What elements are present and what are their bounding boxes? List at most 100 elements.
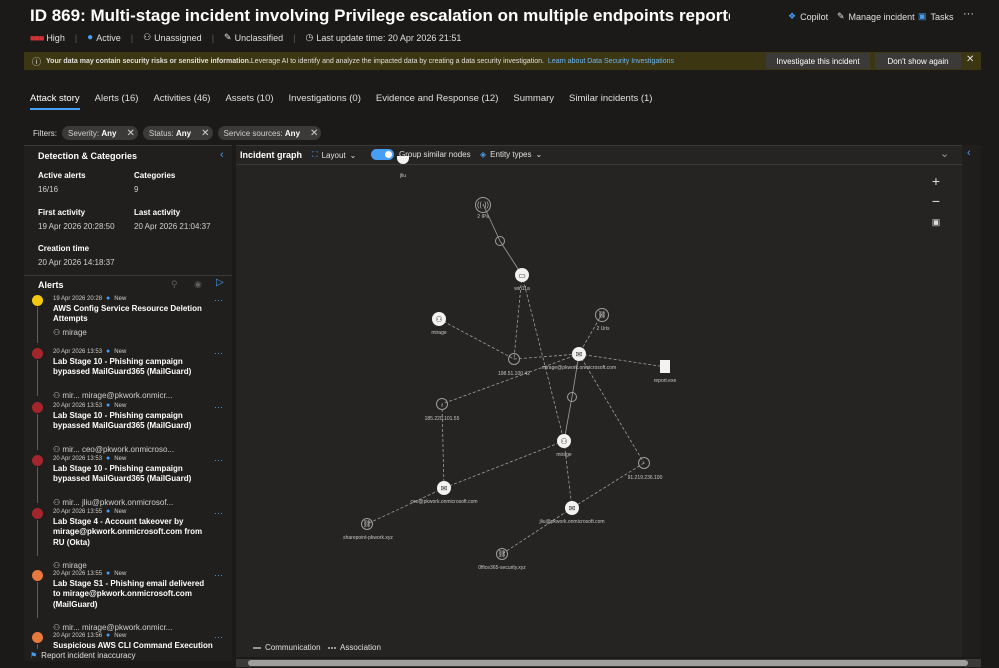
tab-6[interactable]: Summary bbox=[513, 93, 554, 104]
url-node[interactable]: ⛓ bbox=[361, 518, 373, 530]
process-node[interactable] bbox=[495, 236, 505, 246]
ip-node[interactable]: · bbox=[508, 353, 520, 365]
incident-meta: ■■■ High | ● Active | ⚇ Unassigned | ✎ Uncla… bbox=[30, 32, 462, 43]
page-title: ID 869: Multi-stage incident involving P… bbox=[30, 6, 730, 25]
filter-chip[interactable]: Status: Any ✕ bbox=[142, 126, 213, 140]
alert-item[interactable]: 20 Apr 2026 13:53 ● New Lab Stage 10 - Phis… bbox=[24, 348, 232, 402]
more-button[interactable]: ··· bbox=[963, 8, 974, 20]
person-icon: ⚇ bbox=[560, 436, 568, 446]
more-icon[interactable]: ··· bbox=[214, 455, 223, 465]
process-node[interactable] bbox=[567, 392, 577, 402]
alert-item[interactable]: 20 Apr 2026 13:55 ● New Lab Stage 4 - Accou… bbox=[24, 508, 232, 570]
alerts-title: Alerts bbox=[38, 280, 64, 290]
edge bbox=[443, 440, 565, 489]
alert-item[interactable]: 20 Apr 2026 13:53 ● New Lab Stage 10 - Phis… bbox=[24, 402, 232, 456]
status-dot-icon: ● bbox=[106, 508, 111, 515]
url-group-node[interactable]: ⛓ bbox=[595, 308, 609, 322]
manage-incident-button[interactable]: ✎ Manage incident bbox=[837, 11, 915, 22]
tab-1[interactable]: Alerts (16) bbox=[95, 93, 139, 104]
device-node[interactable]: ▭ bbox=[515, 268, 529, 282]
investigate-button[interactable]: Investigate this incident bbox=[766, 53, 870, 69]
pin-icon[interactable]: ⚲ bbox=[171, 279, 178, 290]
alert-title: Suspicious AWS CLI Command Execution bbox=[53, 641, 213, 649]
close-icon[interactable]: ✕ bbox=[966, 54, 974, 65]
last-activity-label: Last activity bbox=[134, 208, 181, 217]
mailbox-node[interactable]: ✉ bbox=[565, 501, 579, 515]
alert-entities: ⚇ mir... mirage@pkwork.onmicr... bbox=[53, 391, 173, 400]
classification[interactable]: ✎ Unclassified bbox=[224, 32, 283, 43]
assignee[interactable]: ⚇ Unassigned bbox=[143, 32, 202, 43]
info-icon: ⓘ bbox=[32, 56, 42, 67]
report-inaccuracy-link[interactable]: ⚑ Report incident inaccuracy bbox=[24, 649, 232, 661]
severity-dot-icon bbox=[32, 632, 43, 643]
node-label: jliu@pkwork.onmicrosoft.com bbox=[539, 519, 605, 525]
dont-show-button[interactable]: Don't show again bbox=[875, 53, 961, 69]
tab-4[interactable]: Investigations (0) bbox=[289, 93, 361, 104]
horizontal-scrollbar[interactable] bbox=[236, 659, 981, 667]
edge bbox=[366, 487, 445, 525]
more-icon[interactable]: ··· bbox=[214, 570, 223, 580]
legend-association: Association bbox=[340, 643, 381, 652]
creation-label: Creation time bbox=[38, 244, 90, 253]
status-dot-icon: ● bbox=[106, 295, 111, 302]
copilot-icon: ❖ bbox=[788, 11, 797, 21]
eye-icon[interactable]: ◉ bbox=[194, 279, 202, 290]
tab-5[interactable]: Evidence and Response (12) bbox=[376, 93, 499, 104]
node-label: jliu bbox=[399, 173, 407, 179]
more-icon[interactable]: ··· bbox=[214, 295, 223, 305]
status-dot-icon: ● bbox=[106, 402, 111, 409]
more-icon[interactable]: ··· bbox=[214, 348, 223, 358]
filter-chip[interactable]: Severity: Any ✕ bbox=[62, 126, 138, 140]
mailbox-node[interactable]: ✉ bbox=[572, 347, 586, 361]
more-icon[interactable]: ··· bbox=[214, 402, 223, 412]
tab-3[interactable]: Assets (10) bbox=[225, 93, 273, 104]
node-label: mirage bbox=[556, 452, 572, 458]
signal-icon: · bbox=[440, 400, 444, 408]
tab-bar: Attack story Alerts (16) Activities (46) As… bbox=[30, 93, 652, 104]
alert-title: Lab Stage 10 - Phishing campaign bypasse… bbox=[53, 357, 192, 377]
link-icon: ⛓ bbox=[497, 551, 507, 558]
ip-node[interactable]: · bbox=[436, 398, 448, 410]
info-banner: ⓘ Your data may contain security risks o… bbox=[24, 52, 981, 70]
alert-item[interactable]: 20 Apr 2026 13:56 ● New Suspicious AWS CLI … bbox=[24, 632, 232, 649]
alert-item[interactable]: 20 Apr 2026 13:53 ● New Lab Stage 10 - Phis… bbox=[24, 455, 232, 509]
file-node[interactable] bbox=[660, 360, 670, 373]
copilot-button[interactable]: ❖ Copilot bbox=[788, 11, 828, 22]
mailbox-icon: ✉ bbox=[440, 483, 448, 493]
tab-2[interactable]: Activities (46) bbox=[153, 93, 210, 104]
ip-node[interactable]: · bbox=[638, 457, 650, 469]
tab-0[interactable]: Attack story bbox=[30, 93, 80, 104]
tasks-button[interactable]: ▣ Tasks bbox=[918, 11, 954, 22]
close-icon[interactable]: ✕ bbox=[126, 128, 134, 139]
incident-graph[interactable]: Incident graph ⛶ Layout ⌄ Group similar no… bbox=[236, 145, 981, 667]
pencil-icon: ✎ bbox=[837, 11, 845, 21]
play-icon[interactable]: ▷ bbox=[216, 277, 224, 288]
node-label: ceo@pkwork.onmicrosoft.com bbox=[410, 499, 478, 505]
expand-icon[interactable]: ‹ bbox=[967, 147, 971, 159]
more-icon[interactable]: ··· bbox=[214, 632, 223, 642]
person-icon: ⚇ bbox=[53, 445, 63, 454]
alert-item[interactable]: 20 Apr 2026 13:55 ● New Lab Stage S1 - Phis… bbox=[24, 570, 232, 632]
categories-value: 9 bbox=[134, 185, 139, 194]
more-icon[interactable]: ··· bbox=[214, 508, 223, 518]
alert-entities: ⚇ mir... ceo@pkwork.onmicroso... bbox=[53, 445, 175, 454]
learn-link[interactable]: Learn about Data Security Investigations bbox=[548, 58, 674, 65]
filter-chip[interactable]: Service sources: Any ✕ bbox=[217, 126, 322, 140]
node-label: 0ffice365-security.xyz bbox=[478, 565, 526, 571]
tab-7[interactable]: Similar incidents (1) bbox=[569, 93, 652, 104]
alert-item[interactable]: 19 Apr 2026 20:28 ● New AWS Config Service … bbox=[24, 295, 232, 349]
mailbox-node[interactable]: ✉ bbox=[437, 481, 451, 495]
user-node[interactable]: ⚇ bbox=[557, 434, 571, 448]
person-icon: ⚇ bbox=[435, 314, 443, 324]
status-badge: ● Active bbox=[87, 32, 121, 43]
legend-communication: Communication bbox=[265, 643, 321, 652]
collapse-icon[interactable]: ‹ bbox=[220, 149, 224, 161]
status-dot-icon: ● bbox=[106, 455, 111, 462]
user-node[interactable]: ⚇ bbox=[432, 312, 446, 326]
ip-group-node[interactable]: ((·)) bbox=[475, 197, 491, 213]
close-icon[interactable]: ✕ bbox=[201, 128, 209, 139]
left-panel: Detection & Categories ‹ Active alerts 1… bbox=[24, 145, 232, 661]
status-dot-icon: ● bbox=[106, 570, 111, 577]
close-icon[interactable]: ✕ bbox=[310, 128, 318, 139]
url-node[interactable]: ⛓ bbox=[496, 548, 508, 560]
